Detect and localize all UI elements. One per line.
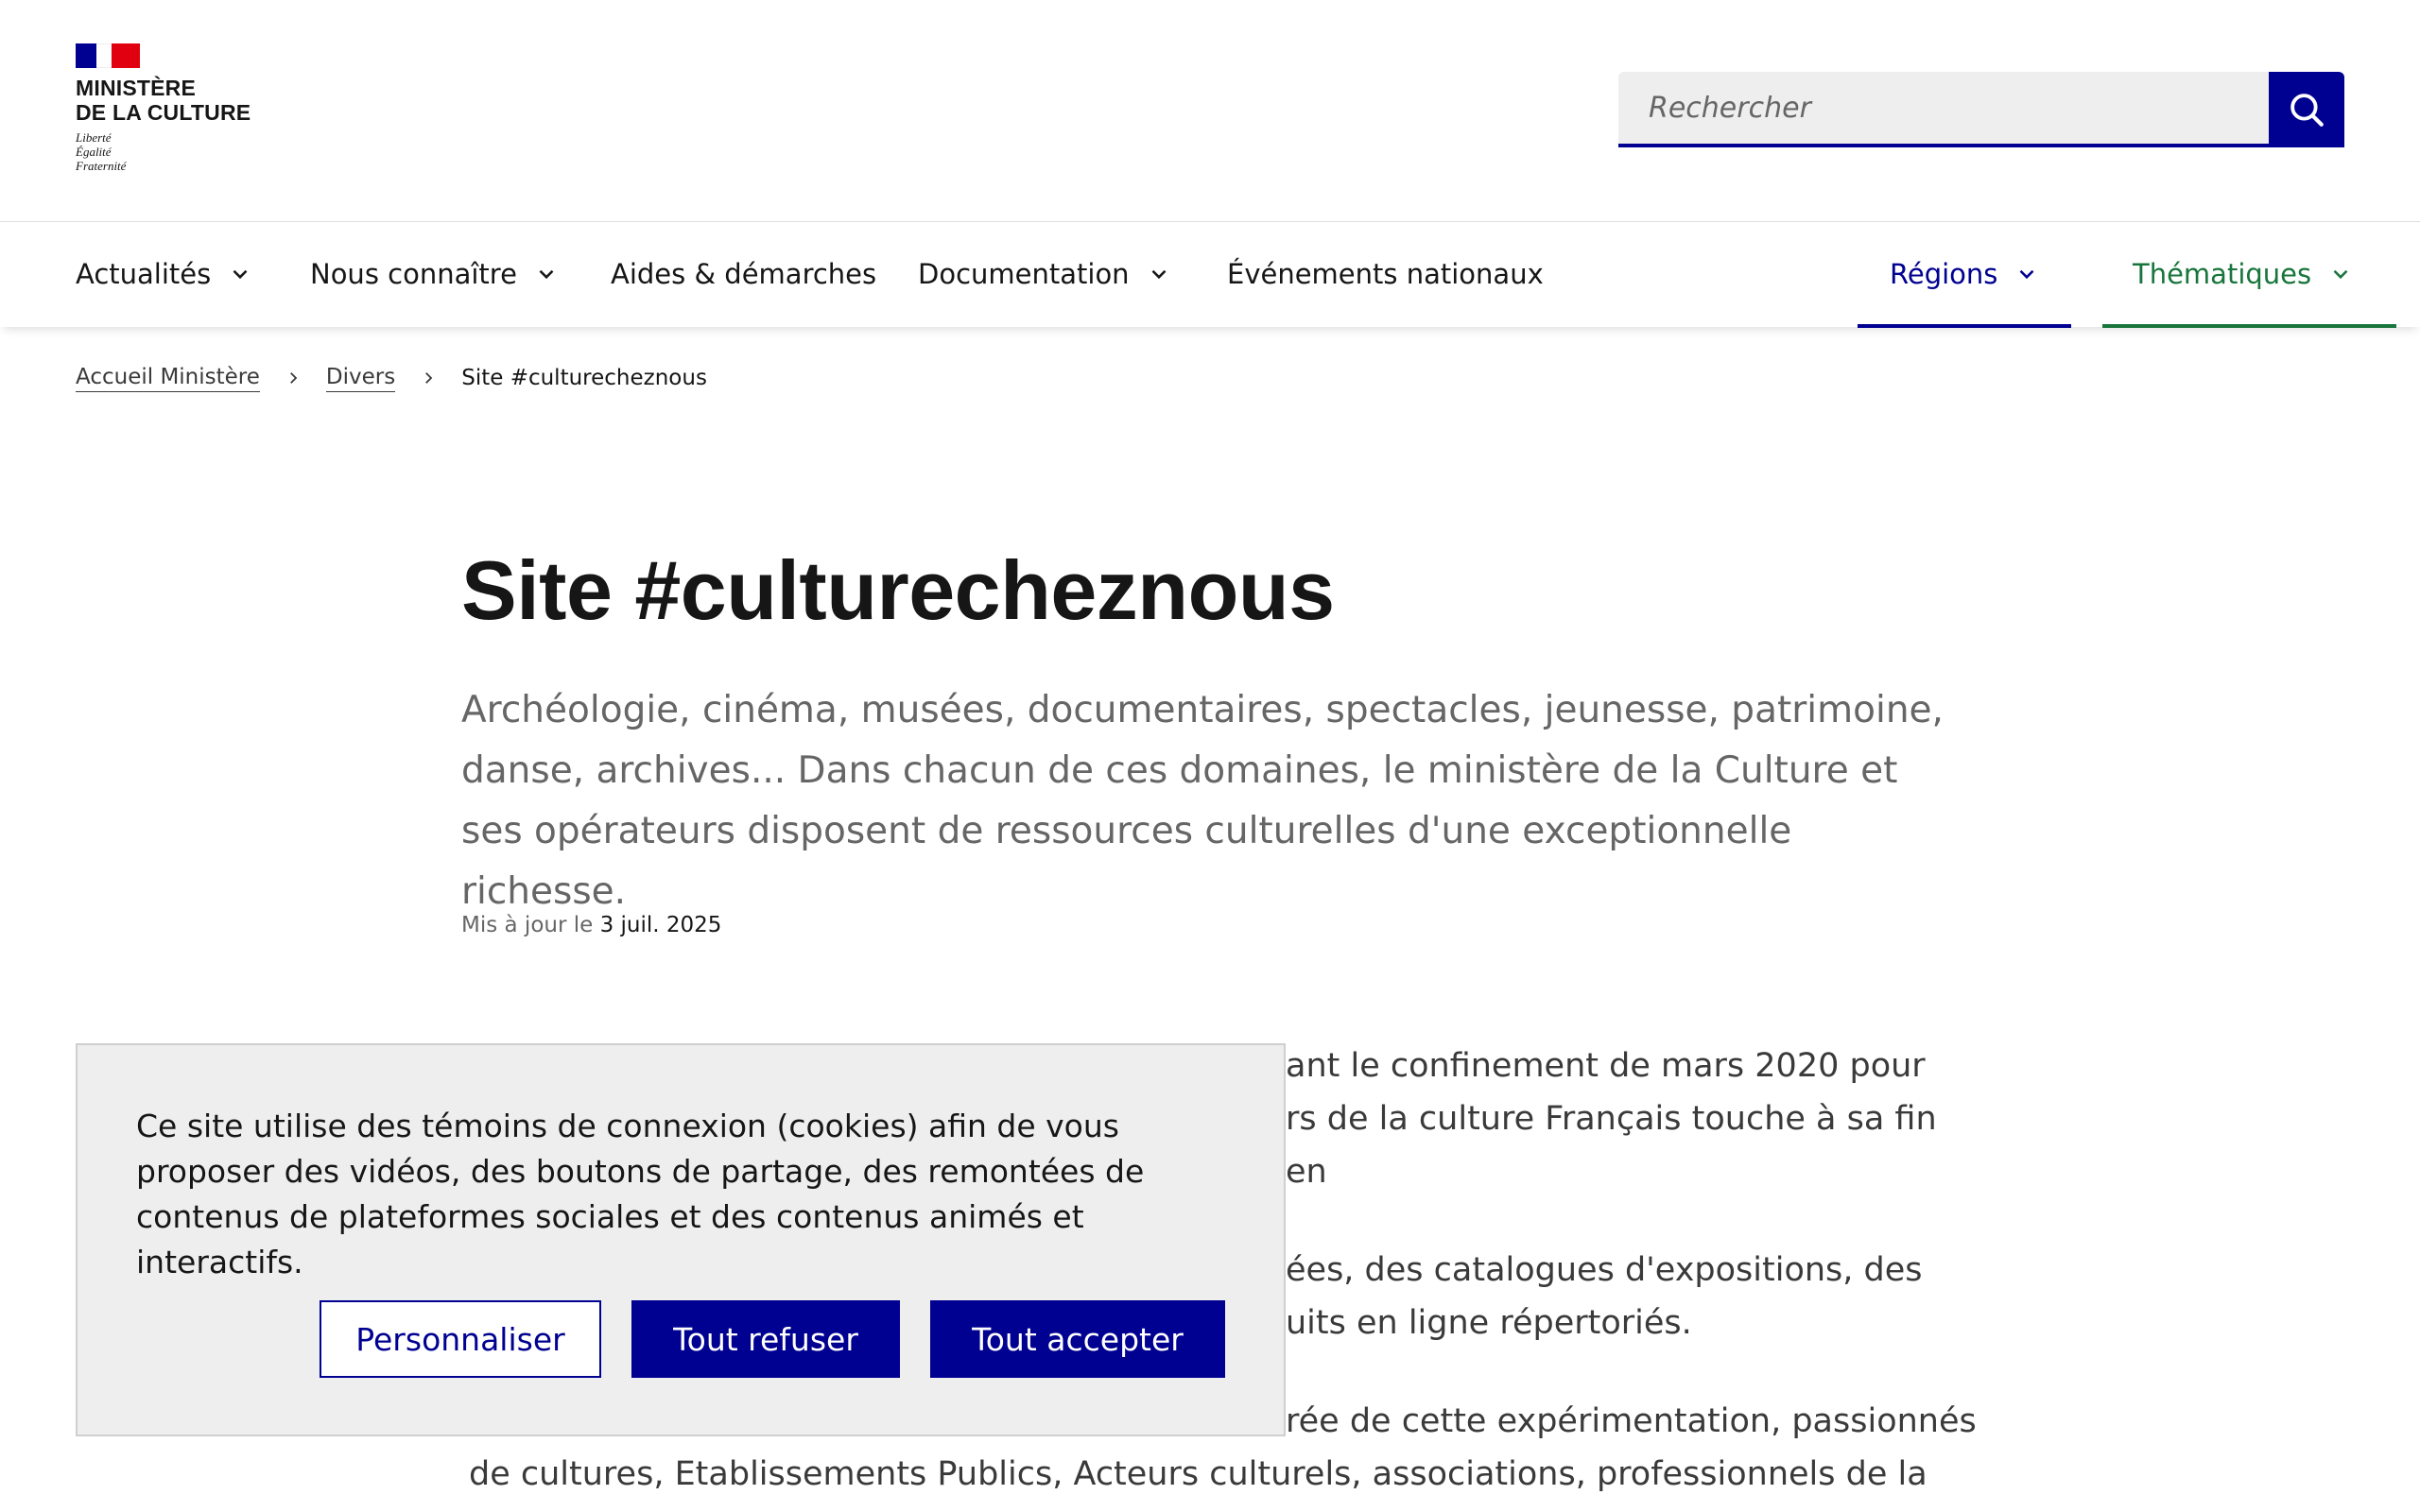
body-fragment: rs de la culture Français touche à sa fi… — [1286, 1100, 1937, 1191]
update-date: Mis à jour le 3 juil. 2025 — [461, 913, 721, 937]
customize-cookies-button[interactable]: Personnaliser — [320, 1300, 601, 1378]
chevron-down-icon — [233, 269, 248, 280]
chevron-down-icon — [539, 269, 554, 280]
nav-item-label: Aides & démarches — [611, 258, 877, 290]
breadcrumb: Accueil Ministère Divers Site #culturech… — [76, 359, 707, 397]
nav-item-label: Nous connaître — [310, 258, 517, 290]
body-fragment: de cultures, Etablissements Publics, Act… — [469, 1455, 1927, 1493]
motto-egalite: Égalité — [76, 145, 112, 159]
update-date-value: 3 juil. 2025 — [599, 913, 722, 937]
ministry-logo[interactable]: Ministère de la Culture Liberté Égalité … — [76, 43, 284, 173]
chevron-down-icon — [2333, 269, 2348, 280]
nav-item-label: Actualités — [76, 258, 212, 290]
page-title: Site #culturecheznous — [461, 543, 1335, 637]
nav-item-label: Régions — [1890, 258, 1998, 290]
ministry-name-line2: de la Culture — [76, 100, 251, 125]
breadcrumb-link-divers[interactable]: Divers — [325, 365, 396, 392]
chevron-right-icon — [425, 372, 433, 384]
marianne-flag-icon — [76, 43, 140, 68]
ministry-name: Ministère de la Culture — [76, 76, 284, 125]
cookie-buttons: Personnaliser Tout refuser Tout accepter — [320, 1300, 1225, 1378]
search-bar — [1618, 72, 2344, 147]
chevron-down-icon — [1151, 269, 1166, 280]
body-fragment: uits en ligne répertoriés. — [1286, 1304, 1692, 1342]
cookie-consent-banner: Ce site utilise des témoins de connexion… — [76, 1043, 1286, 1436]
motto-liberte: Liberté — [76, 130, 112, 145]
nav-item-label: Documentation — [918, 258, 1130, 290]
main-navigation: Actualités Nous connaître Aides & démarc… — [0, 221, 2420, 328]
nav-item-nous-connaitre[interactable]: Nous connaître — [310, 222, 559, 326]
accept-all-cookies-button[interactable]: Tout accepter — [930, 1300, 1225, 1378]
chevron-right-icon — [290, 372, 298, 384]
breadcrumb-current: Site #culturecheznous — [461, 366, 707, 390]
body-fragment: ées, des catalogues d'expositions, des — [1286, 1251, 1923, 1289]
refuse-all-cookies-button[interactable]: Tout refuser — [631, 1300, 900, 1378]
update-prefix: Mis à jour le — [461, 913, 594, 937]
nav-item-evenements-nationaux[interactable]: Événements nationaux — [1227, 222, 1544, 326]
page-lead: Archéologie, cinéma, musées, documentair… — [461, 689, 1944, 913]
ministry-name-line1: Ministère — [76, 76, 197, 100]
nav-item-regions[interactable]: Régions — [1857, 222, 2072, 328]
chevron-down-icon — [2019, 269, 2034, 280]
search-input[interactable] — [1618, 72, 2269, 147]
breadcrumb-link-home[interactable]: Accueil Ministère — [76, 365, 260, 392]
body-fragment: rée de cette expérimentation, passionnés — [1286, 1402, 1977, 1440]
nav-item-thematiques[interactable]: Thématiques — [2101, 222, 2397, 328]
republic-motto: Liberté Égalité Fraternité — [76, 130, 284, 173]
search-icon — [2290, 94, 2324, 127]
nav-item-label: Événements nationaux — [1227, 258, 1544, 290]
site-header: Ministère de la Culture Liberté Égalité … — [0, 0, 2420, 221]
search-button[interactable] — [2269, 72, 2344, 147]
nav-item-label: Thématiques — [2133, 258, 2312, 290]
nav-item-actualites[interactable]: Actualités — [76, 222, 252, 326]
motto-fraternite: Fraternité — [76, 159, 127, 173]
nav-item-documentation[interactable]: Documentation — [918, 222, 1171, 326]
body-fragment: ant le confinement de mars 2020 pour — [1286, 1047, 1926, 1085]
cookie-message: Ce site utilise des témoins de connexion… — [136, 1108, 1145, 1280]
nav-item-aides-demarches[interactable]: Aides & démarches — [611, 222, 876, 326]
